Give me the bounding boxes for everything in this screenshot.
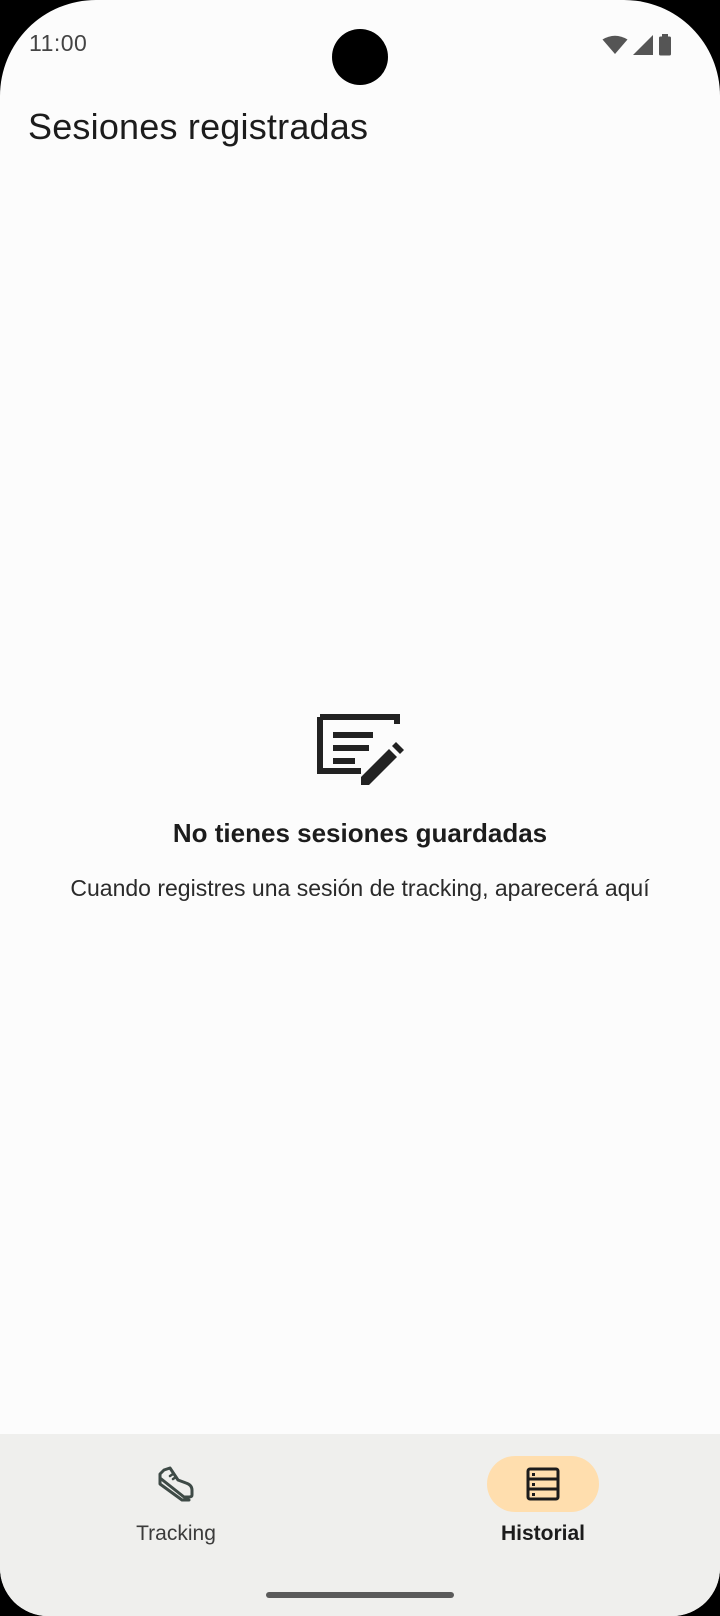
page-title: Sesiones registradas: [28, 106, 369, 147]
empty-state-title: No tienes sesiones guardadas: [172, 818, 548, 848]
nav-pill-historial-active: [487, 1456, 599, 1512]
nav-item-tracking[interactable]: Tracking: [76, 1434, 276, 1564]
status-icons: [602, 34, 672, 56]
status-time: 11:00: [29, 30, 88, 56]
nav-label-historial: Historial: [500, 1522, 586, 1545]
home-indicator-bar[interactable]: [266, 1592, 454, 1598]
cellular-signal-icon: [632, 35, 654, 55]
battery-icon: [658, 34, 672, 56]
empty-state-subtitle: Cuando registres una sesión de tracking,…: [70, 875, 650, 901]
status-bar: 11:00: [0, 0, 720, 92]
app-screen: 11:00 Sesiones registradas No tienes ses…: [0, 0, 720, 1616]
nav-label-tracking: Tracking: [136, 1522, 216, 1545]
wifi-icon: [602, 35, 628, 55]
sneaker-icon: [158, 1466, 194, 1502]
note-edit-icon: [317, 714, 404, 785]
camera-cutout: [332, 29, 388, 85]
storage-list-icon: [526, 1467, 560, 1501]
nav-pill-tracking: [120, 1456, 232, 1512]
bottom-navigation: Tracking Historial: [0, 1434, 720, 1616]
nav-item-historial[interactable]: Historial: [443, 1434, 643, 1564]
empty-state: No tienes sesiones guardadas Cuando regi…: [0, 714, 720, 902]
